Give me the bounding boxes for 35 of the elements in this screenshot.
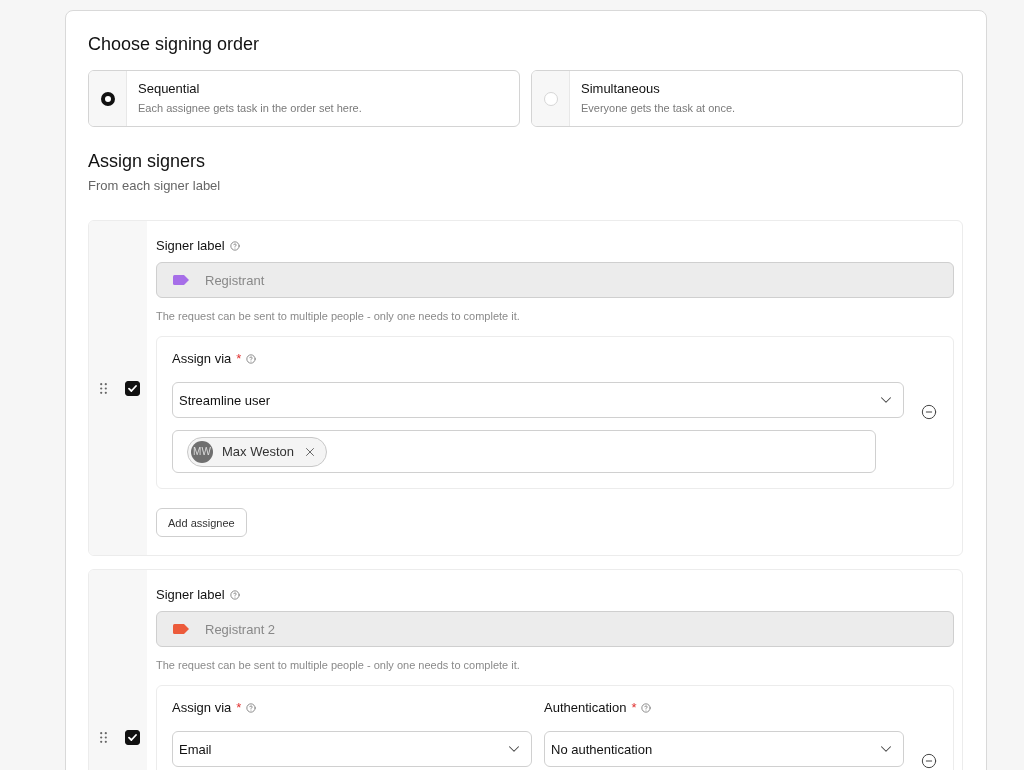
option-title: Sequential [138, 81, 200, 97]
required-mark: * [236, 351, 242, 367]
minus-circle-icon[interactable] [921, 404, 937, 420]
required-mark: * [236, 700, 242, 716]
hint-text: The request can be sent to multiple people - only one needs to complete it. [156, 309, 520, 323]
check-icon [128, 734, 137, 741]
drag-handle-icon[interactable] [100, 732, 107, 743]
add-assignee-button[interactable]: Add assignee [156, 508, 247, 537]
dropdown-select[interactable]: Email [172, 731, 532, 767]
checkbox[interactable] [125, 730, 140, 745]
field-label: Signer label [156, 587, 225, 603]
required-mark: * [631, 700, 637, 716]
check-icon [128, 385, 137, 392]
drag-handle-icon[interactable] [100, 383, 107, 394]
option-description: Everyone gets the task at once. [581, 101, 736, 115]
minus-circle-icon[interactable] [921, 753, 937, 769]
checkbox[interactable] [125, 381, 140, 396]
field-label: Authentication [544, 700, 627, 716]
section-subtitle: From each signer label [88, 177, 221, 195]
option-description: Each assignee gets task in the order set here. [138, 101, 362, 115]
dropdown-select[interactable]: Streamline user [172, 382, 904, 418]
option-title: Simultaneous [581, 81, 660, 97]
signing-order-option[interactable]: Sequential Each assignee gets task in the order set here. [88, 70, 520, 127]
assignee-field[interactable]: MW Max Weston [172, 430, 876, 473]
field-label: Assign via [172, 351, 232, 367]
hint-text: The request can be sent to multiple people - only one needs to complete it. [156, 658, 520, 672]
signing-order-option[interactable]: Simultaneous Everyone gets the task at once. [531, 70, 963, 127]
assignee-name: Max Weston [222, 444, 294, 459]
field-label: Assign via [172, 700, 232, 716]
field-label: Signer label [156, 238, 225, 254]
avatar: MW [191, 440, 213, 463]
radio-button[interactable] [100, 91, 115, 106]
section-title: Assign signers [88, 150, 206, 173]
section-title: Choose signing order [88, 33, 260, 56]
dropdown-select[interactable]: No authentication [544, 731, 904, 767]
